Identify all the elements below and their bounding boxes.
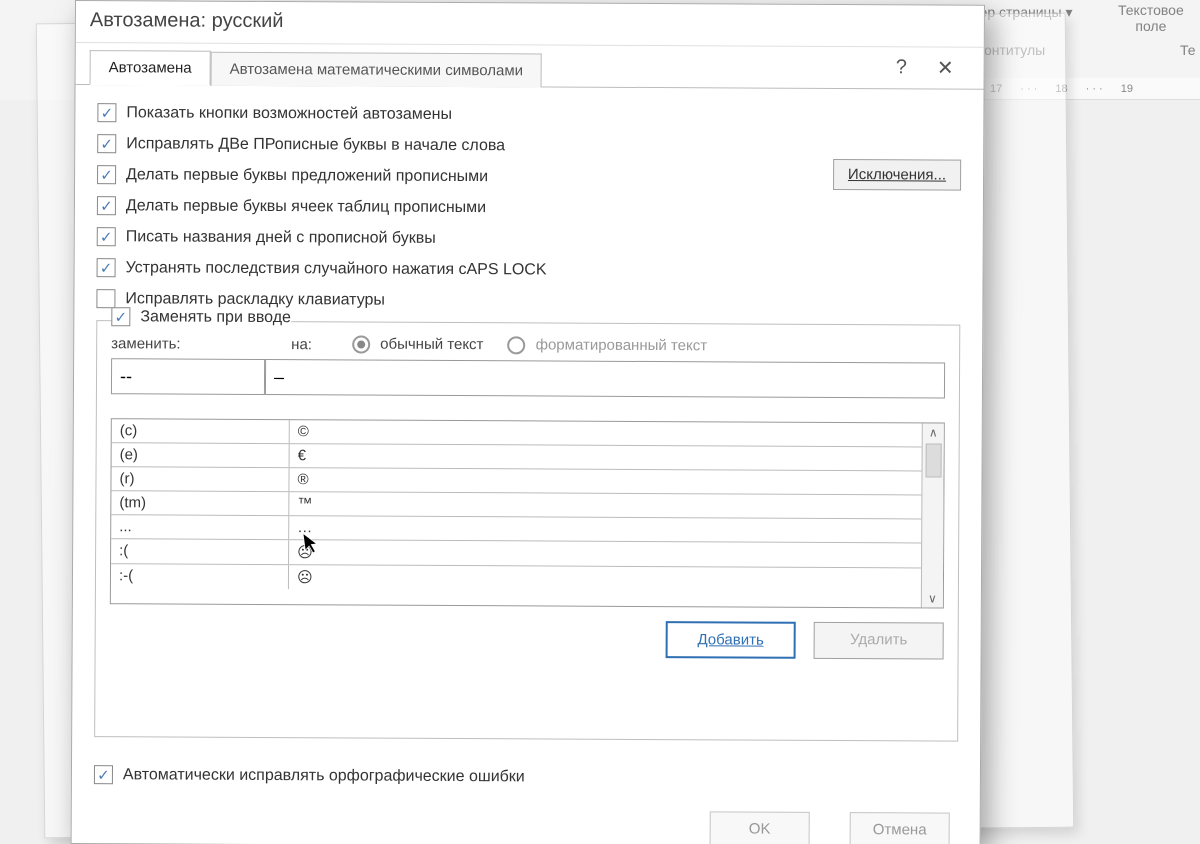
check-two-caps[interactable]: Исправлять ДВе ПРописные буквы в начале … bbox=[97, 128, 961, 164]
radio-plain-text[interactable]: обычный текст bbox=[352, 335, 484, 354]
check-label: Исправлять раскладку клавиатуры bbox=[125, 290, 385, 309]
check-table-caps[interactable]: Делать первые буквы ячеек таблиц прописн… bbox=[97, 190, 961, 226]
checkbox-icon[interactable] bbox=[97, 103, 116, 122]
dialog-content: Показать кнопки возможностей автозамены … bbox=[72, 85, 984, 803]
check-label: Делать первые буквы предложений прописны… bbox=[126, 166, 488, 186]
checkbox-icon[interactable] bbox=[97, 227, 116, 246]
ribbon-te: Те bbox=[1180, 42, 1196, 58]
check-day-caps[interactable]: Писать названия дней с прописной буквы bbox=[97, 221, 961, 257]
help-button[interactable]: ? bbox=[896, 56, 907, 79]
label-with: на: bbox=[291, 336, 312, 353]
check-label: Автоматически исправлять орфографические… bbox=[123, 766, 525, 786]
ok-button[interactable]: OK bbox=[710, 811, 810, 844]
check-show-buttons[interactable]: Показать кнопки возможностей автозамены bbox=[97, 97, 961, 133]
input-pair bbox=[111, 358, 945, 398]
dialog-footer: OK Отмена bbox=[72, 798, 980, 844]
ribbon-textfield: Текстовое поле bbox=[1118, 2, 1184, 34]
tab-autocorrect[interactable]: Автозамена bbox=[90, 50, 211, 86]
close-button[interactable]: ✕ bbox=[937, 56, 954, 81]
delete-button: Удалить bbox=[814, 622, 944, 660]
checkbox-icon[interactable] bbox=[97, 258, 116, 277]
radio-formatted-text[interactable]: форматированный текст bbox=[507, 336, 707, 355]
replacements-table: (c) © (e) € (r) ® (tm) ™ bbox=[110, 418, 945, 608]
check-label: Писать названия дней с прописной буквы bbox=[126, 228, 436, 248]
dialog-title: Автозамена: русский bbox=[76, 1, 984, 48]
button-row: Добавить Удалить bbox=[110, 618, 944, 659]
autocorrect-dialog: Автозамена: русский Автозамена Автозамен… bbox=[71, 0, 985, 844]
scroll-thumb[interactable] bbox=[925, 443, 941, 477]
add-button[interactable]: Добавить bbox=[666, 621, 796, 659]
check-label: Показать кнопки возможностей автозамены bbox=[126, 104, 452, 124]
cancel-button[interactable]: Отмена bbox=[850, 812, 950, 844]
radio-icon bbox=[507, 336, 525, 354]
replace-to-input[interactable] bbox=[265, 359, 945, 399]
check-label: Исправлять ДВе ПРописные буквы в начале … bbox=[126, 135, 505, 155]
check-label: Заменять при вводе bbox=[140, 308, 291, 327]
check-sentence-caps[interactable]: Делать первые буквы предложений прописны… bbox=[97, 159, 961, 195]
checkbox-icon[interactable] bbox=[96, 289, 115, 308]
checkbox-icon[interactable] bbox=[97, 196, 116, 215]
checkbox-icon[interactable] bbox=[94, 765, 113, 784]
checkbox-icon[interactable] bbox=[111, 307, 130, 326]
check-capslock[interactable]: Устранять последствия случайного нажатия… bbox=[97, 252, 961, 288]
replace-group: Заменять при вводе заменить: на: обычный… bbox=[94, 320, 960, 742]
checkbox-icon[interactable] bbox=[97, 134, 116, 153]
replace-from-input[interactable] bbox=[111, 358, 265, 395]
check-label: Устранять последствия случайного нажатия… bbox=[126, 259, 547, 279]
table-row[interactable]: :-( ☹ bbox=[111, 564, 921, 592]
scroll-down-icon[interactable]: ∨ bbox=[922, 589, 943, 607]
table-scrollbar[interactable]: ∧ ∨ bbox=[921, 423, 944, 607]
check-auto-spellfix[interactable]: Автоматически исправлять орфографические… bbox=[94, 759, 958, 795]
scroll-up-icon[interactable]: ∧ bbox=[925, 423, 941, 441]
checkbox-icon[interactable] bbox=[97, 165, 116, 184]
check-label: Делать первые буквы ячеек таблиц прописн… bbox=[126, 197, 486, 217]
check-replace-on-type[interactable]: Заменять при вводе bbox=[111, 307, 291, 327]
tab-bar: Автозамена Автозамена математическими си… bbox=[76, 43, 984, 90]
tab-math-autocorrect[interactable]: Автозамена математическими символами bbox=[211, 51, 543, 87]
exceptions-button[interactable]: Исключения... bbox=[833, 159, 961, 191]
label-row: заменить: на: обычный текст форматирован… bbox=[111, 334, 945, 356]
label-replace: заменить: bbox=[111, 335, 251, 353]
radio-icon bbox=[352, 335, 370, 353]
